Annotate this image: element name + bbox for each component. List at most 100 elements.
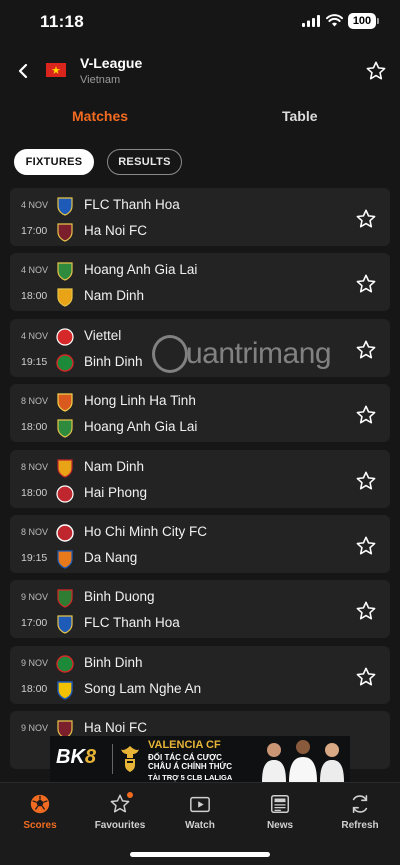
team-crest-icon [56,354,74,372]
away-team-name: Da Nang [84,549,138,565]
nav-label: Refresh [341,820,379,831]
nav-scores[interactable]: Scores [0,789,80,835]
away-team-row: 17:00 Ha Noi FC [10,222,390,242]
notification-dot [127,792,133,798]
away-team-row: 18:00 Song Lam Nghe An [10,680,390,700]
ad-line-c: TÀI TRỢ 5 CLB LALIGA [148,773,233,782]
ad-line-a: ĐỐI TÁC CÁ CƯỢC [148,753,222,762]
ad-banner[interactable]: BK8 VALENCIA CF ĐỐI TÁC CÁ CƯỢC CHÂU Á CH… [50,736,350,782]
home-indicator [130,852,270,857]
home-team-name: Ha Noi FC [84,720,148,736]
team-crest-icon [57,589,73,608]
match-card[interactable]: 8 NOV Nam Dinh 18:00 Hai Phong [10,449,390,508]
refresh-icon [352,794,368,814]
players-photo-icon [262,740,344,782]
match-date: 9 NOV [21,592,49,603]
team-crest-icon [57,262,73,282]
cellular-signal-icon [302,15,320,27]
match-card[interactable]: 9 NOV Binh Duong 17:00 FLC Thanh Hoa [10,580,390,639]
match-time: 17:00 [21,617,48,630]
home-team-row: 9 NOV Binh Dinh [10,654,390,674]
team-crest-icon [57,393,73,412]
match-card[interactable]: 4 NOV Hoang Anh Gia Lai 18:00 Nam Dinh [10,253,390,312]
nav-watch[interactable]: Watch [160,789,240,835]
team-crest-icon [57,223,73,242]
favourite-match-star-icon[interactable] [355,273,377,295]
team-crest-icon [56,484,74,503]
ad-headline: VALENCIA CF [148,739,221,751]
home-team-name: Binh Duong [84,589,155,605]
nav-refresh[interactable]: Refresh [320,789,400,835]
home-team-row: 9 NOV Binh Duong [10,588,390,608]
match-date: 8 NOV [21,461,49,472]
team-crest-icon [57,419,73,438]
nav-label: News [266,820,294,831]
video-icon [190,796,210,813]
favourite-match-star-icon[interactable] [355,404,377,426]
team-crest-icon [56,524,74,542]
battery-indicator: 100 [348,13,379,29]
watermark: uantrimang [152,333,392,377]
match-date: 4 NOV [21,330,49,341]
away-team-row: 17:00 FLC Thanh Hoa [10,614,390,634]
nav-favourites[interactable]: Favourites [80,789,160,835]
match-date: 4 NOV [21,265,49,276]
ad-logo: BK8 [56,746,96,769]
vietnam-flag-icon [46,63,66,77]
wifi-icon [326,14,343,27]
match-time: 18:00 [21,682,48,695]
soccer-ball-icon [30,794,50,814]
home-team-row: 4 NOV FLC Thanh Hoa [10,196,390,216]
home-team-name: Viettel [84,327,122,343]
ad-logo-letters: BK [56,746,85,768]
favourite-match-star-icon[interactable] [355,535,377,557]
home-team-row: 4 NOV Hoang Anh Gia Lai [10,261,390,282]
home-team-row: 8 NOV Hong Linh Ha Tinh [10,392,390,412]
favourite-match-star-icon[interactable] [355,666,377,688]
away-team-name: Hai Phong [84,484,148,500]
nav-label: Favourites [94,820,146,831]
newspaper-icon [271,795,289,813]
home-team-row: 8 NOV Nam Dinh [10,458,390,478]
match-card[interactable]: 9 NOV Binh Dinh 18:00 Song Lam Nghe An [10,645,390,704]
home-team-name: Nam Dinh [84,458,145,474]
match-date: 8 NOV [21,396,49,407]
fixtures-filter-button[interactable]: FIXTURES [14,149,94,175]
tab-table[interactable]: Table [282,108,318,124]
ad-line: ĐỐI TÁC CÁ CƯỢC CHÂU Á CHÍNH THỨC [148,753,232,771]
match-date: 9 NOV [21,657,49,668]
nav-label: Watch [185,820,215,831]
tab-matches[interactable]: Matches [72,108,128,124]
home-team-name: Hoang Anh Gia Lai [84,262,198,278]
match-card[interactable]: 4 NOV FLC Thanh Hoa 17:00 Ha Noi FC [10,188,390,246]
watermark-text: uantrimang [186,337,332,370]
match-card[interactable]: 8 NOV Ho Chi Minh City FC 19:15 Da Nang [10,514,390,573]
status-time: 11:18 [40,12,85,31]
favourite-league-star-icon[interactable] [365,60,387,82]
away-team-name: Nam Dinh [84,288,145,304]
away-team-row: 18:00 Hoang Anh Gia Lai [10,418,390,438]
team-crest-icon [56,655,74,673]
match-time: 19:15 [21,551,48,564]
nav-label: Scores [23,820,57,831]
team-crest-icon [57,197,73,216]
favourite-match-star-icon[interactable] [355,470,377,492]
team-crest-icon [57,458,73,478]
home-team-name: Hong Linh Ha Tinh [84,393,196,409]
home-team-name: Ho Chi Minh City FC [84,523,208,539]
match-card[interactable]: 8 NOV Hong Linh Ha Tinh 18:00 Hoang Anh … [10,384,390,443]
match-time: 18:00 [21,290,48,303]
home-team-name: FLC Thanh Hoa [84,197,180,212]
team-crest-icon [56,328,74,346]
away-team-name: Ha Noi FC [84,223,148,238]
league-country: Vietnam [80,74,121,86]
away-team-row: 19:15 Da Nang [10,549,390,569]
away-team-name: Song Lam Nghe An [84,680,202,696]
match-time: 17:00 [21,225,48,237]
favourite-match-star-icon[interactable] [355,600,377,622]
back-chevron-icon[interactable] [14,60,32,82]
lightbulb-icon [152,335,188,373]
nav-news[interactable]: News [240,789,320,835]
results-filter-button[interactable]: RESULTS [107,149,182,175]
favourite-match-star-icon[interactable] [355,208,377,230]
